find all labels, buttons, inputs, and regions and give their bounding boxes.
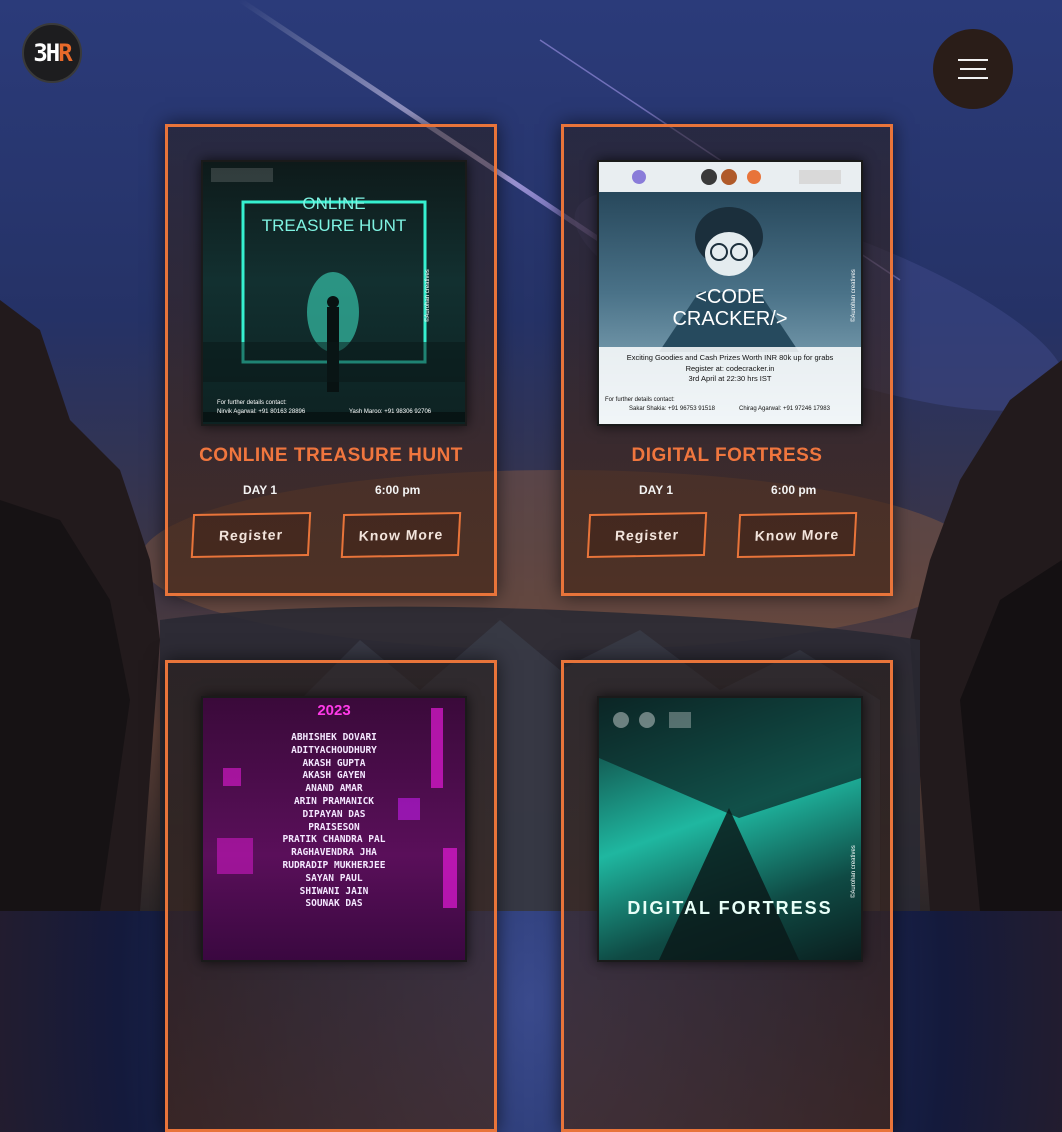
poster-name: RUDRADIP MUKHERJEE [282, 859, 386, 871]
poster-contact-a: Sakar Shakia: +91 96753 91518 [629, 406, 715, 412]
poster-credit: ©Aurohan creatives [851, 269, 857, 322]
poster-name: SAYAN PAUL [305, 872, 363, 884]
site-logo[interactable]: 3H R [22, 23, 82, 83]
event-title: CONLINE TREASURE HUNT [199, 445, 463, 466]
poster-name: PRAISESON [308, 821, 360, 833]
poster-name: RAGHAVENDRA JHA [291, 847, 377, 859]
poster-name: AKASH GUPTA [302, 757, 366, 769]
poster-year: 2023 [317, 702, 351, 719]
poster-contact-a: Nirvik Agarwal: +91 80163 28896 [217, 409, 306, 415]
register-button[interactable]: Register [190, 511, 312, 559]
poster-name: ARIN PRAMANICK [293, 795, 375, 807]
event-poster: <CODE CRACKER/> Exciting Goodies and Cas… [597, 160, 863, 426]
poster-name: AKASH GAYEN [302, 770, 366, 782]
poster-line-2: CRACKER/> [672, 308, 788, 330]
event-card-treasure-hunt: ONLINE TREASURE HUNT For further details… [165, 124, 497, 596]
event-day: DAY 1 [639, 483, 674, 497]
logo-text: 3H [33, 39, 60, 67]
poster-line-1: <CODE [695, 286, 765, 308]
poster-names-list: ABHISHEK DOVARI ADITYACHOUDHURY AKASH GU… [203, 732, 465, 911]
event-card-4: DIGITAL FORTRESS ©Aurohan creatives [561, 660, 893, 1132]
poster-name: ADITYACHOUDHURY [291, 744, 377, 756]
poster-line-1: ONLINE [302, 194, 366, 213]
poster-contact-heading: For further details contact: [217, 400, 287, 406]
background-scenery [0, 0, 1062, 911]
poster-contact-heading: For further details contact: [605, 397, 675, 403]
event-title: DIGITAL FORTRESS [631, 445, 823, 466]
event-card-digital-fortress: <CODE CRACKER/> Exciting Goodies and Cas… [561, 124, 893, 596]
event-poster: DIGITAL FORTRESS ©Aurohan creatives [597, 696, 863, 962]
logo-text-r: R [58, 39, 73, 67]
poster-title: DIGITAL FORTRESS [627, 898, 833, 918]
know-more-button[interactable]: Know More [736, 511, 858, 559]
hamburger-menu-button[interactable] [933, 29, 1013, 109]
poster-contact-b: Chirag Agarwal: +91 97246 17983 [739, 406, 830, 412]
event-poster: ONLINE TREASURE HUNT For further details… [201, 160, 467, 426]
event-time: 6:00 pm [375, 483, 421, 497]
poster-date: 3rd April at 22:30 hrs IST [688, 374, 772, 383]
poster-art [599, 698, 861, 960]
poster-credit: ©Aurohan creatives [425, 269, 431, 322]
poster-credit: ©Aurohan creatives [851, 845, 857, 898]
poster-prize: Exciting Goodies and Cash Prizes Worth I… [626, 353, 834, 362]
menu-line-icon [958, 77, 988, 79]
menu-line-icon [958, 59, 988, 61]
poster-name: SOUNAK DAS [305, 898, 363, 910]
poster-contact-b: Yash Maroo: +91 98306 92706 [349, 409, 432, 415]
poster-name: PRATIK CHANDRA PAL [282, 834, 386, 846]
event-day: DAY 1 [243, 483, 278, 497]
poster-name: ABHISHEK DOVARI [291, 732, 377, 743]
poster-name: SHIWANI JAIN [299, 885, 369, 897]
event-card-3: 2023 ABHISHEK DOVARI ADITYACHOUDHURY AKA… [165, 660, 497, 1132]
event-time: 6:00 pm [771, 483, 817, 497]
poster-name: ANAND AMAR [305, 783, 363, 795]
poster-register: Register at: codecracker.in [685, 364, 775, 373]
poster-name: DIPAYAN DAS [302, 808, 366, 820]
event-poster: 2023 ABHISHEK DOVARI ADITYACHOUDHURY AKA… [201, 696, 467, 962]
register-button[interactable]: Register [586, 511, 708, 559]
menu-line-icon [960, 68, 986, 70]
know-more-button[interactable]: Know More [340, 511, 462, 559]
poster-line-2: TREASURE HUNT [261, 216, 407, 235]
